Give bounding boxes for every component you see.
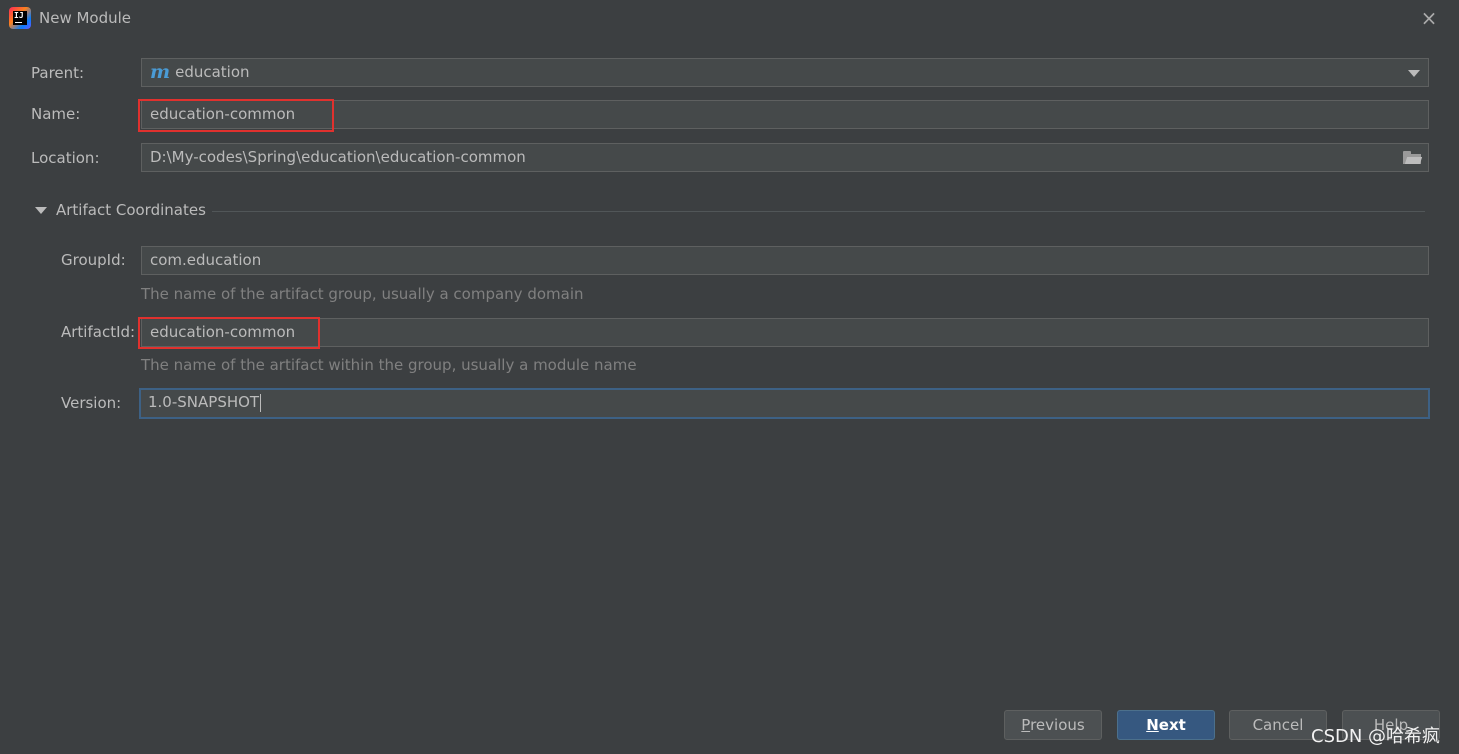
chevron-down-icon bbox=[1408, 70, 1420, 77]
groupid-hint: The name of the artifact group, usually … bbox=[141, 285, 584, 303]
artifactid-label: ArtifactId: bbox=[61, 323, 136, 341]
version-input[interactable]: 1.0-SNAPSHOT bbox=[139, 388, 1430, 419]
version-label: Version: bbox=[61, 394, 122, 412]
version-value: 1.0-SNAPSHOT bbox=[148, 393, 260, 411]
section-divider bbox=[212, 211, 1425, 212]
name-input[interactable]: education-common bbox=[141, 100, 1429, 129]
location-value: D:\My-codes\Spring\education\education-c… bbox=[150, 148, 526, 166]
folder-icon[interactable] bbox=[1403, 151, 1423, 164]
parent-label: Parent: bbox=[31, 64, 85, 82]
name-label: Name: bbox=[31, 105, 81, 123]
maven-module-icon: m bbox=[150, 61, 171, 83]
close-button[interactable]: × bbox=[1418, 7, 1440, 29]
artifactid-hint: The name of the artifact within the grou… bbox=[141, 356, 637, 374]
title-bar: IJ New Module × bbox=[0, 0, 1459, 38]
artifact-coordinates-title[interactable]: Artifact Coordinates bbox=[56, 201, 206, 219]
artifactid-input[interactable]: education-common bbox=[141, 318, 1429, 347]
parent-value: education bbox=[175, 63, 250, 81]
previous-button[interactable]: Previous bbox=[1004, 710, 1102, 740]
text-caret bbox=[260, 393, 262, 412]
groupid-label: GroupId: bbox=[61, 251, 126, 269]
csdn-watermark: CSDN @哈希疯 bbox=[1311, 726, 1441, 747]
window-title: New Module bbox=[39, 9, 132, 27]
annotation-highlight-name bbox=[138, 99, 334, 132]
collapse-triangle-icon[interactable] bbox=[35, 207, 47, 214]
annotation-highlight-artifactid bbox=[138, 317, 320, 349]
next-button[interactable]: Next bbox=[1117, 710, 1215, 740]
groupid-value: com.education bbox=[150, 251, 262, 269]
location-label: Location: bbox=[31, 149, 100, 167]
intellij-idea-icon: IJ bbox=[9, 7, 31, 29]
location-input[interactable]: D:\My-codes\Spring\education\education-c… bbox=[141, 143, 1429, 172]
groupid-input[interactable]: com.education bbox=[141, 246, 1429, 275]
parent-dropdown[interactable]: m education bbox=[141, 58, 1429, 87]
